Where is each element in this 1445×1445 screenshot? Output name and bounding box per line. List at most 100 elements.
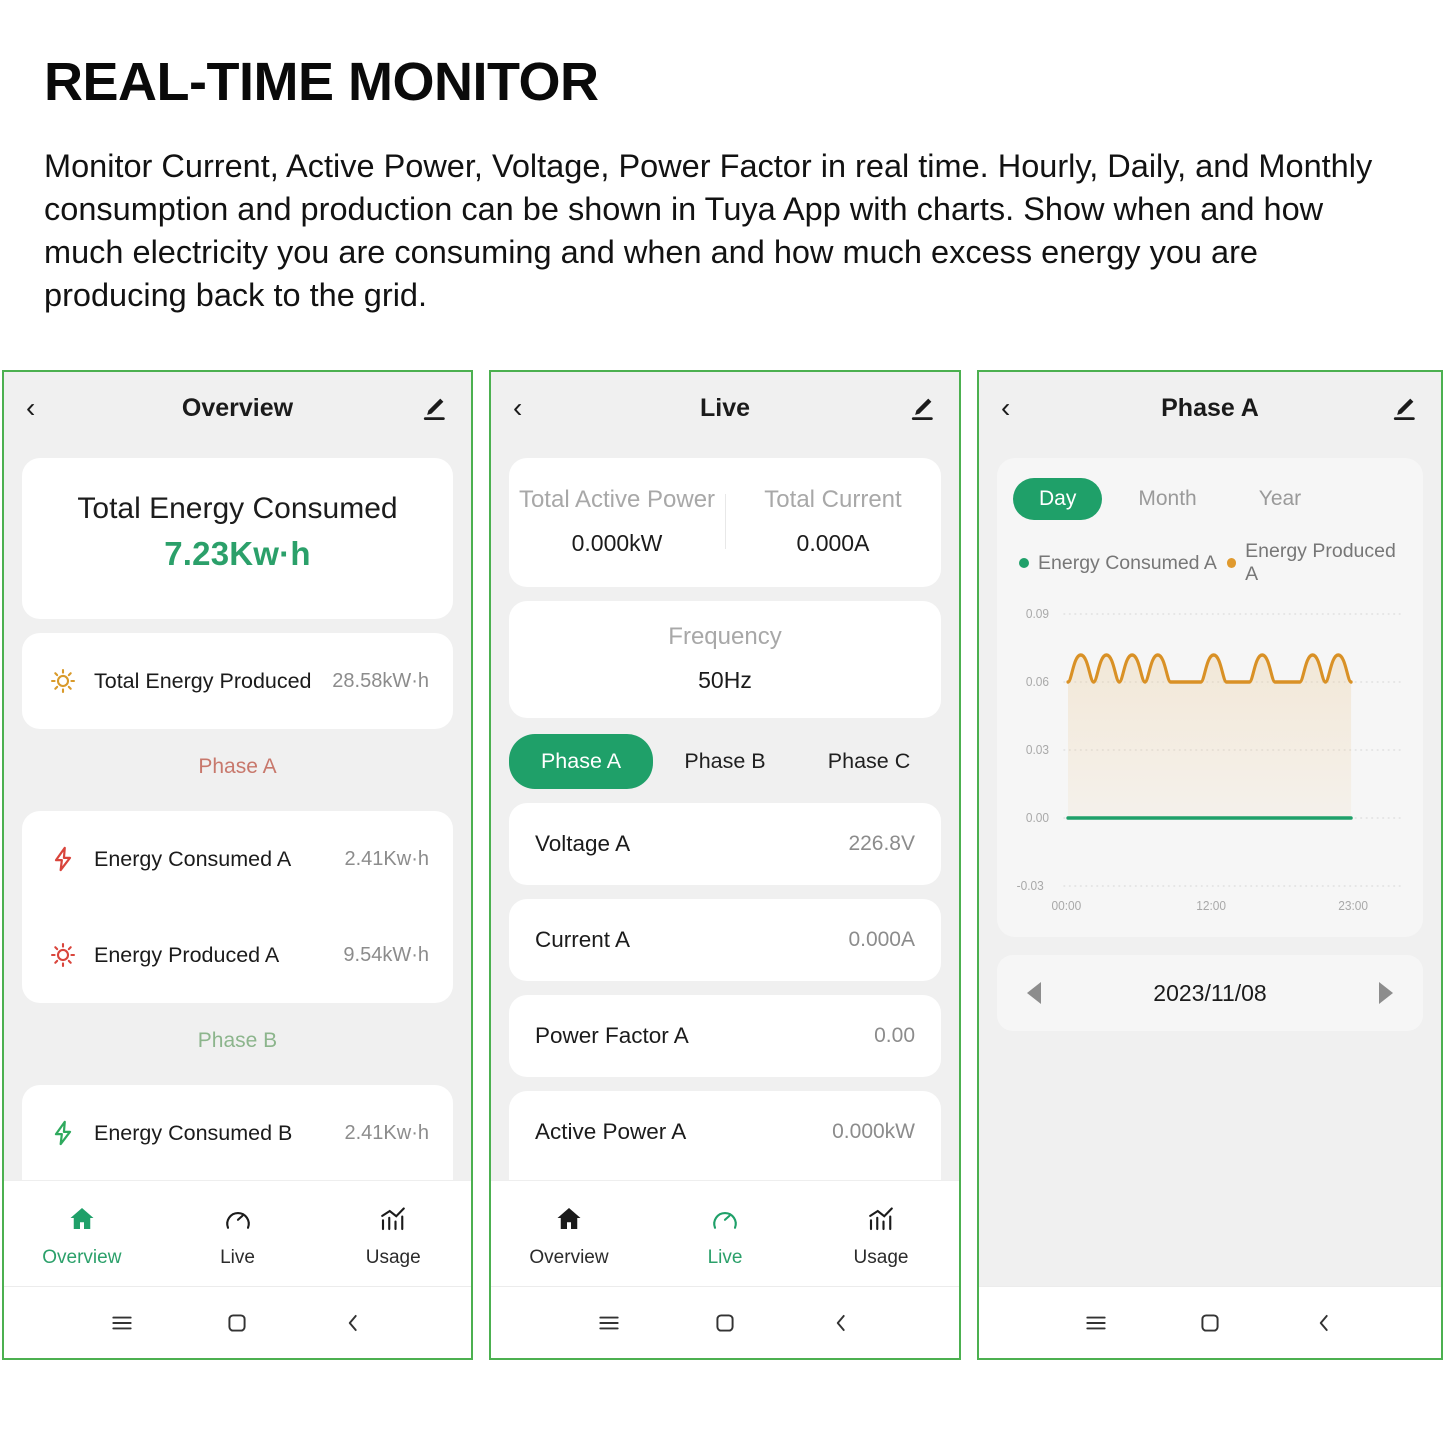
list-item[interactable]: Total Energy Produced 28.58kW·h [22, 633, 453, 729]
total-current-metric: Total Current 0.000A [725, 486, 941, 557]
back-icon[interactable]: ‹ [513, 394, 543, 422]
back-chevron-icon[interactable] [828, 1310, 854, 1336]
gauge-icon [647, 1199, 803, 1239]
metric-value: 50Hz [698, 667, 752, 693]
phone-panel-overview: ‹ Overview Total Energy Consumed 7.23Kw·… [2, 370, 473, 1360]
phone-screenshots-row: ‹ Overview Total Energy Consumed 7.23Kw·… [0, 370, 1445, 1360]
tab-overview[interactable]: Overview [4, 1199, 160, 1269]
pencil-icon[interactable] [419, 393, 449, 423]
system-navbar [491, 1286, 959, 1358]
home-icon [4, 1199, 160, 1239]
legend-item-consumed: Energy Consumed A [1019, 540, 1227, 586]
phone-panel-live: ‹ Live Total Active Power 0.000kW Total … [489, 370, 961, 1360]
pencil-icon[interactable] [907, 393, 937, 423]
list-item[interactable]: Energy Consumed A 2.41Kw·h [22, 811, 453, 907]
date-label: 2023/11/08 [1153, 979, 1267, 1006]
home-square-icon[interactable] [1197, 1310, 1223, 1336]
bolt-icon [46, 842, 80, 876]
section-label-phase-a: Phase A [198, 755, 277, 778]
system-navbar [979, 1286, 1441, 1358]
tab-overview[interactable]: Overview [491, 1199, 647, 1269]
legend-dot-green [1019, 558, 1029, 568]
menu-icon[interactable] [109, 1310, 135, 1336]
tab-live[interactable]: Live [160, 1199, 316, 1269]
list-item[interactable]: Power Factor A 0.00 [509, 995, 941, 1077]
list-item-value: 0.000kW [832, 1120, 915, 1143]
chart-icon [803, 1199, 959, 1239]
page-title: REAL-TIME MONITOR [44, 52, 599, 112]
prev-arrow-icon[interactable] [1027, 982, 1041, 1004]
date-navigator: 2023/11/08 [997, 955, 1423, 1031]
total-active-power-metric: Total Active Power 0.000kW [509, 486, 725, 557]
tab-month[interactable]: Month [1112, 478, 1222, 520]
total-energy-produced-card[interactable]: Total Energy Produced 28.58kW·h [22, 633, 453, 729]
series-energy-produced-area [1067, 655, 1352, 818]
pencil-icon[interactable] [1389, 393, 1419, 423]
tab-phase-b[interactable]: Phase B [653, 734, 797, 789]
svg-text:0.09: 0.09 [1026, 607, 1049, 622]
metric-label: Total Active Power [518, 486, 716, 513]
chart-plot: 0.09 0.06 0.03 0.00 -0.03 00:00 12:00 23… [1013, 596, 1407, 921]
legend-label: Energy Produced A [1245, 540, 1396, 585]
panel-title: Live [699, 393, 751, 422]
tab-usage[interactable]: Usage [315, 1199, 471, 1269]
tab-label: Usage [853, 1246, 909, 1268]
system-navbar [4, 1286, 471, 1358]
back-chevron-icon[interactable] [340, 1310, 366, 1336]
page-description: Monitor Current, Active Power, Voltage, … [44, 148, 1373, 313]
next-arrow-icon[interactable] [1379, 982, 1393, 1004]
active-power-a-card[interactable]: Active Power A 0.000kW [509, 1091, 941, 1180]
chart-x-axis: 00:00 12:00 23:00 [1051, 899, 1368, 914]
list-item[interactable]: Active Power A 0.000kW [509, 1091, 941, 1173]
tab-year[interactable]: Year [1233, 478, 1327, 520]
list-item[interactable]: Energy Consumed B 2.41Kw·h [22, 1085, 453, 1180]
list-item-label: Total Energy Produced [94, 668, 312, 693]
tab-label: Usage [365, 1246, 421, 1268]
overview-scroll-body: Total Energy Consumed 7.23Kw·h Total Ene… [4, 444, 471, 1180]
tab-day[interactable]: Day [1013, 478, 1103, 520]
chart-y-axis: 0.09 0.06 0.03 0.00 -0.03 [1017, 607, 1049, 894]
section-label-phase-b: Phase B [197, 1029, 278, 1052]
phase-b-card: Energy Consumed B 2.41Kw·h Energy Produc… [22, 1085, 453, 1180]
list-item[interactable]: Energy Produced A 9.54kW·h [22, 907, 453, 1003]
back-icon[interactable]: ‹ [26, 394, 56, 422]
home-square-icon[interactable] [224, 1310, 250, 1336]
legend-item-produced: Energy Produced A [1226, 540, 1408, 586]
page-root: REAL-TIME MONITOR Monitor Current, Activ… [0, 0, 1445, 1445]
tab-live[interactable]: Live [647, 1199, 803, 1269]
tab-usage[interactable]: Usage [803, 1199, 959, 1269]
list-item-label: Energy Consumed A [94, 846, 292, 871]
sun-icon [46, 664, 80, 698]
tab-phase-c[interactable]: Phase C [797, 734, 941, 789]
tab-label: Overview [42, 1246, 122, 1268]
phase-a-card: Energy Consumed A 2.41Kw·h Energy Produc… [22, 811, 453, 1003]
svg-text:-0.03: -0.03 [1017, 879, 1044, 894]
metric-value: 0.000A [796, 530, 870, 556]
current-a-card[interactable]: Current A 0.000A [509, 899, 941, 981]
tab-phase-a[interactable]: Phase A [509, 734, 653, 789]
list-item[interactable]: Current A 0.000A [509, 899, 941, 981]
hero-label: Total Energy Consumed [77, 492, 398, 525]
back-icon[interactable]: ‹ [1001, 394, 1031, 422]
total-energy-consumed-card: Total Energy Consumed 7.23Kw·h [22, 458, 453, 619]
titlebar-phase-a: ‹ Phase A [979, 372, 1441, 444]
tab-label: Live [220, 1246, 255, 1268]
list-item-label: Power Factor A [535, 1023, 689, 1048]
phase-a-scroll-body: Day Month Year Energy Consumed A Energy … [979, 444, 1441, 1286]
list-item-label: Energy Produced A [94, 942, 280, 967]
menu-icon[interactable] [1083, 1310, 1109, 1336]
voltage-a-card[interactable]: Voltage A 226.8V [509, 803, 941, 885]
menu-icon[interactable] [596, 1310, 622, 1336]
svg-text:23:00: 23:00 [1338, 899, 1368, 914]
svg-text:0.03: 0.03 [1026, 743, 1049, 758]
bottom-tabbar: Overview Live Usage [4, 1180, 471, 1286]
home-square-icon[interactable] [712, 1310, 738, 1336]
tab-label: Overview [529, 1246, 609, 1268]
gauge-icon [160, 1199, 316, 1239]
svg-text:0.06: 0.06 [1026, 675, 1049, 690]
list-item[interactable]: Voltage A 226.8V [509, 803, 941, 885]
list-item-label: Energy Consumed B [94, 1120, 293, 1145]
range-tab-group: Day Month Year [1013, 478, 1407, 520]
power-factor-a-card[interactable]: Power Factor A 0.00 [509, 995, 941, 1077]
back-chevron-icon[interactable] [1311, 1310, 1337, 1336]
